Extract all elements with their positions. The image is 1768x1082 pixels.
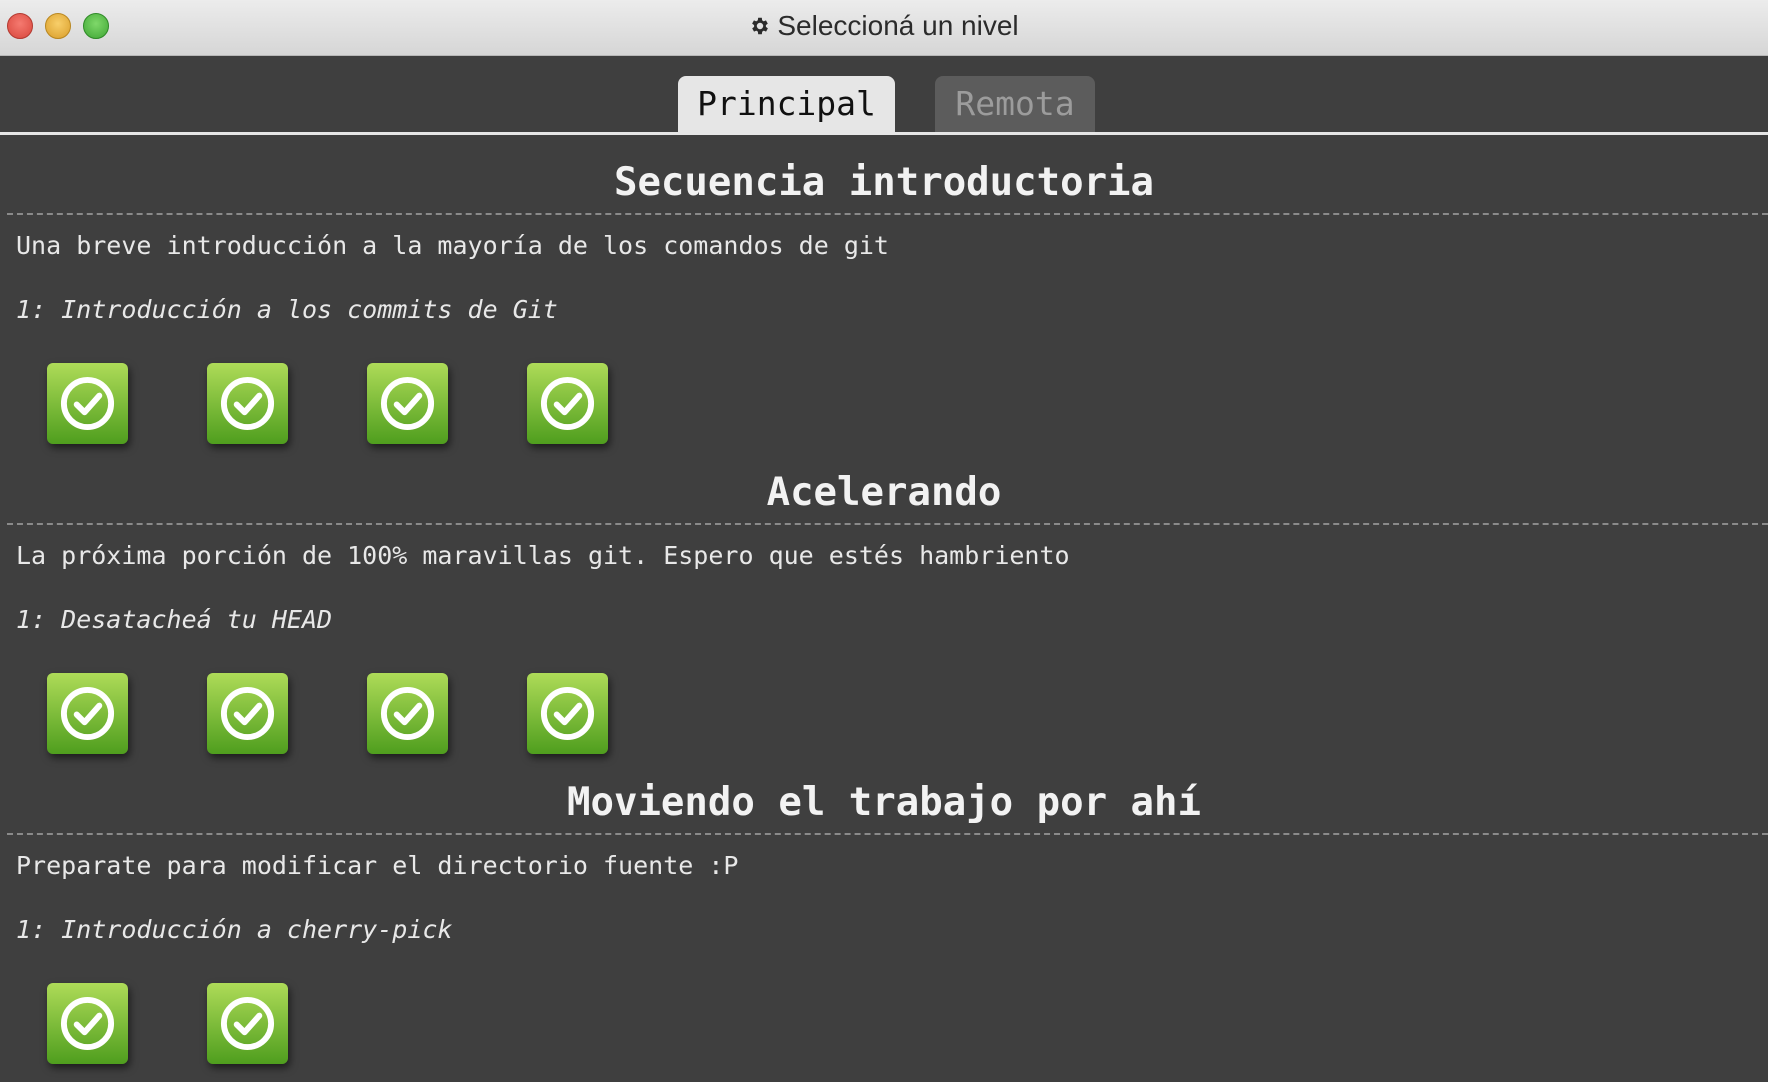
sequence-divider — [7, 523, 1768, 525]
sequence-section: Moviendo el trabajo por ahí Preparate pa… — [0, 755, 1768, 1065]
check-circle-icon — [540, 686, 595, 741]
check-circle-icon — [220, 996, 275, 1051]
check-circle-icon — [60, 686, 115, 741]
tab-principal[interactable]: Principal — [678, 76, 895, 132]
check-circle-icon — [220, 376, 275, 431]
sequence-list: Secuencia introductoria Una breve introd… — [0, 135, 1768, 1082]
sequence-divider — [7, 833, 1768, 835]
selected-level-name: 1: Introducción a los commits de Git — [16, 295, 558, 324]
level-button[interactable] — [207, 673, 288, 754]
level-button[interactable] — [367, 363, 448, 444]
sequence-title[interactable]: Moviendo el trabajo por ahí — [0, 780, 1768, 825]
level-button[interactable] — [527, 363, 608, 444]
check-circle-icon — [380, 376, 435, 431]
check-circle-icon — [380, 686, 435, 741]
gear-icon — [752, 17, 769, 35]
sequence-description: La próxima porción de 100% maravillas gi… — [16, 541, 1070, 570]
window-title-area: Seleccioná un nivel — [0, 10, 1768, 42]
level-button[interactable] — [47, 983, 128, 1064]
sequence-description: Una breve introducción a la mayoría de l… — [16, 231, 889, 260]
sequence-section: Acelerando La próxima porción de 100% ma… — [0, 445, 1768, 755]
check-circle-icon — [540, 376, 595, 431]
selected-level-name: 1: Desatacheá tu HEAD — [16, 605, 333, 634]
window-title: Seleccioná un nivel — [777, 10, 1019, 41]
level-button[interactable] — [47, 363, 128, 444]
sequence-divider — [7, 213, 1768, 215]
level-button[interactable] — [207, 983, 288, 1064]
sequence-title[interactable]: Secuencia introductoria — [0, 160, 1768, 205]
level-button[interactable] — [527, 673, 608, 754]
check-circle-icon — [60, 996, 115, 1051]
sequence-section: Secuencia introductoria Una breve introd… — [0, 135, 1768, 445]
level-button[interactable] — [207, 363, 288, 444]
sequence-title[interactable]: Acelerando — [0, 470, 1768, 515]
check-circle-icon — [220, 686, 275, 741]
level-button[interactable] — [367, 673, 448, 754]
tab-remota[interactable]: Remota — [935, 76, 1095, 132]
check-circle-icon — [60, 376, 115, 431]
sequence-description: Preparate para modificar el directorio f… — [16, 851, 739, 880]
window-titlebar: Seleccioná un nivel — [0, 0, 1768, 56]
selected-level-name: 1: Introducción a cherry-pick — [16, 915, 453, 944]
level-button[interactable] — [47, 673, 128, 754]
